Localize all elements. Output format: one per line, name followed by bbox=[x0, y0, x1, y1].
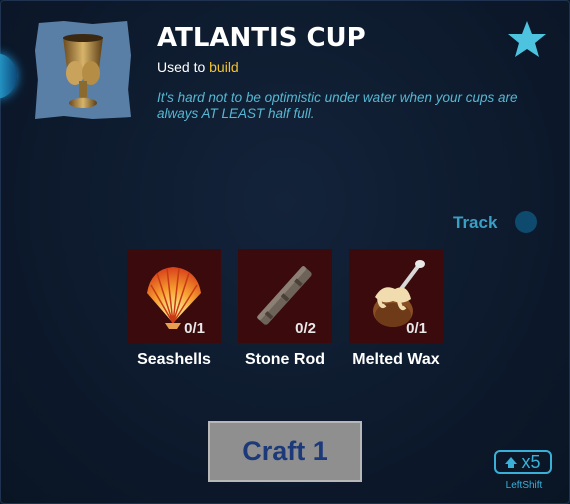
craft-button[interactable]: Craft 1 bbox=[208, 421, 362, 482]
ingredient-count: 0/1 bbox=[406, 320, 427, 337]
seashell-icon bbox=[147, 267, 201, 329]
track-toggle[interactable] bbox=[515, 211, 537, 233]
star-icon[interactable] bbox=[506, 19, 548, 59]
crafting-panel: ATLANTIS CUP Used to build It's hard not… bbox=[0, 0, 570, 504]
ingredient-slot-melted-wax[interactable]: 0/1 bbox=[349, 249, 443, 343]
item-title: ATLANTIS CUP bbox=[157, 23, 366, 53]
stone-rod-icon bbox=[257, 266, 312, 325]
flavor-text: It's hard not to be optimistic under wat… bbox=[157, 90, 518, 121]
previous-tab-arrow[interactable] bbox=[0, 53, 17, 99]
used-to-line: Used to build bbox=[157, 59, 239, 75]
bulk-craft-badge[interactable]: x5 bbox=[494, 450, 552, 474]
track-label[interactable]: Track bbox=[453, 213, 497, 233]
shift-arrow-icon bbox=[505, 456, 518, 468]
ingredient-count: 0/2 bbox=[295, 320, 316, 337]
melted-wax-icon bbox=[373, 260, 425, 327]
ingredient-name: Melted Wax bbox=[352, 351, 440, 368]
ingredient-name: Seashells bbox=[137, 351, 211, 368]
ingredient-name: Stone Rod bbox=[245, 351, 325, 368]
item-thumbnail bbox=[35, 21, 131, 119]
used-to-prefix: Used to bbox=[157, 59, 210, 75]
bulk-multiplier: x5 bbox=[521, 451, 541, 472]
goblet-icon bbox=[63, 34, 103, 108]
ingredient-slot-stone-rod[interactable]: 0/2 bbox=[238, 249, 332, 343]
bulk-key-label: LeftShift bbox=[505, 480, 543, 491]
ingredient-slot-seashells[interactable]: 0/1 bbox=[127, 249, 221, 343]
ingredient-count: 0/1 bbox=[184, 320, 205, 337]
used-to-keyword: build bbox=[209, 59, 239, 75]
